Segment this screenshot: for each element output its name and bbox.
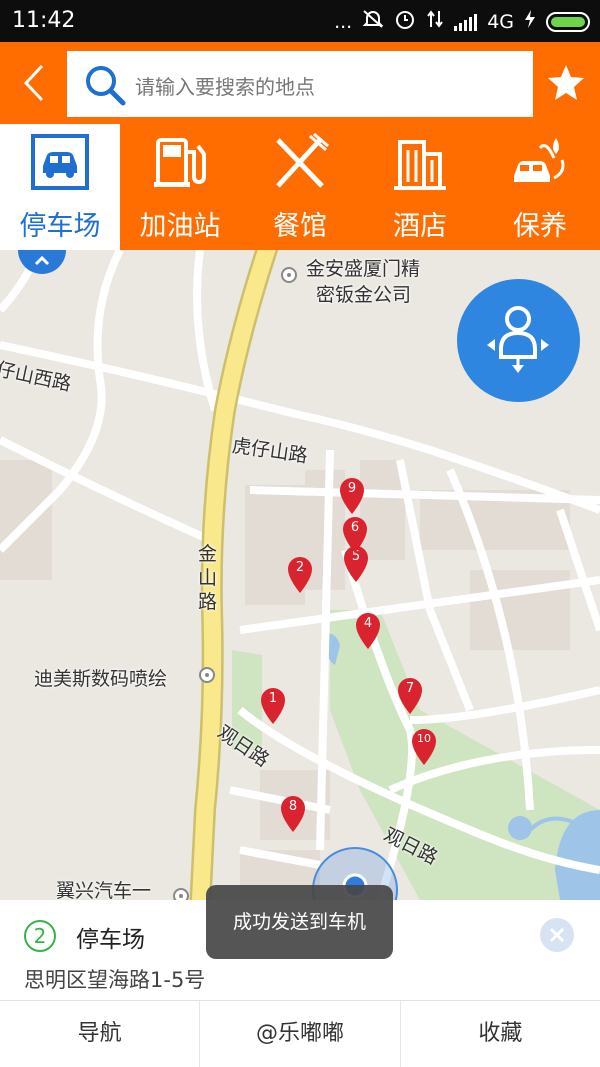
pin-number: 1 [268,691,278,706]
car-wash-icon [514,138,565,182]
pin-number: 9 [347,481,357,496]
category-label: 保养 [513,211,567,242]
favorite-button[interactable] [546,62,586,102]
close-button[interactable] [540,918,574,952]
map-label-poi: 金安盛厦门精 [306,258,421,280]
mute-icon [362,9,384,34]
alarm-icon [394,8,416,35]
share-button[interactable]: @乐嘟嘟 [200,1001,401,1067]
map-pin-4[interactable]: 4 [355,612,381,650]
search-icon [86,66,126,106]
collapse-button[interactable] [18,250,66,274]
toast-message: 成功发送到车机 [206,885,393,959]
category-hotel[interactable]: 酒店 [360,124,480,250]
charging-icon [524,9,536,34]
top-bar: 请输入要搜索的地点 [0,42,600,124]
car-icon [31,134,89,190]
map-pin-10[interactable]: 10 [411,728,437,766]
map-pin-2[interactable]: 2 [287,556,313,594]
category-bar: 停车场 加油站 餐馆 酒店 保养 [0,124,600,250]
street-view-icon [487,306,549,373]
pin-number: 4 [363,616,373,631]
street-view-button[interactable] [457,279,580,402]
pin-number: 8 [288,799,298,814]
map-label-road: 金山路 [198,543,218,613]
pin-number: 7 [405,681,415,696]
map-label-poi: 翼兴汽车一 [56,880,152,900]
category-restaurant[interactable]: 餐馆 [240,124,360,250]
chevron-left-icon [23,64,44,102]
action-bar: 导航 @乐嘟嘟 收藏 [0,1001,600,1067]
status-icons: ... 4G [334,8,590,35]
navigate-button[interactable]: 导航 [0,1001,201,1067]
favorite-place-button[interactable]: 收藏 [401,1001,600,1067]
category-label: 停车场 [19,211,101,242]
pin-number: 10 [417,732,431,745]
map-label-poi: 迪美斯数码喷绘 [34,668,168,690]
map-pin-1[interactable]: 1 [260,687,286,725]
status-bar: 11:42 ... 4G [0,0,600,42]
app-root: 11:42 ... 4G 请输入要搜索的地点 停车场 加油站 餐馆 酒店 保养 … [0,0,600,1067]
map-pin-7[interactable]: 7 [397,677,423,715]
category-label: 酒店 [393,211,447,242]
pin-number: 2 [295,560,305,575]
network-type: 4G [487,10,514,33]
map-pin-6[interactable]: 6 [342,516,368,554]
search-input[interactable]: 请输入要搜索的地点 [135,71,315,100]
gas-pump-icon [154,138,206,187]
map-pin-9[interactable]: 9 [339,477,365,515]
pin-number: 6 [350,520,360,535]
star-icon [548,65,584,100]
category-label: 餐馆 [273,211,327,242]
building-icon [394,140,446,190]
category-gas-station[interactable]: 加油站 [120,124,240,250]
back-button[interactable] [14,60,58,106]
status-time: 11:42 [12,8,76,33]
place-address: 思明区望海路1-5号 [24,968,206,992]
fork-knife-icon [276,132,329,188]
more-dots: ... [334,10,353,33]
search-box[interactable]: 请输入要搜索的地点 [67,51,533,117]
map-label-poi: 密钣金公司 [316,284,412,306]
chevron-up-icon [34,255,50,266]
place-title: 停车场 [76,927,145,953]
category-maintenance[interactable]: 保养 [480,124,600,250]
close-icon [549,927,565,943]
data-transfer-icon [426,9,444,34]
battery-icon [546,11,590,32]
category-parking[interactable]: 停车场 [0,124,120,250]
map-pin-8[interactable]: 8 [280,795,306,833]
category-label: 加油站 [139,211,221,242]
result-index-badge: 2 [24,920,56,952]
signal-icon [454,13,478,31]
